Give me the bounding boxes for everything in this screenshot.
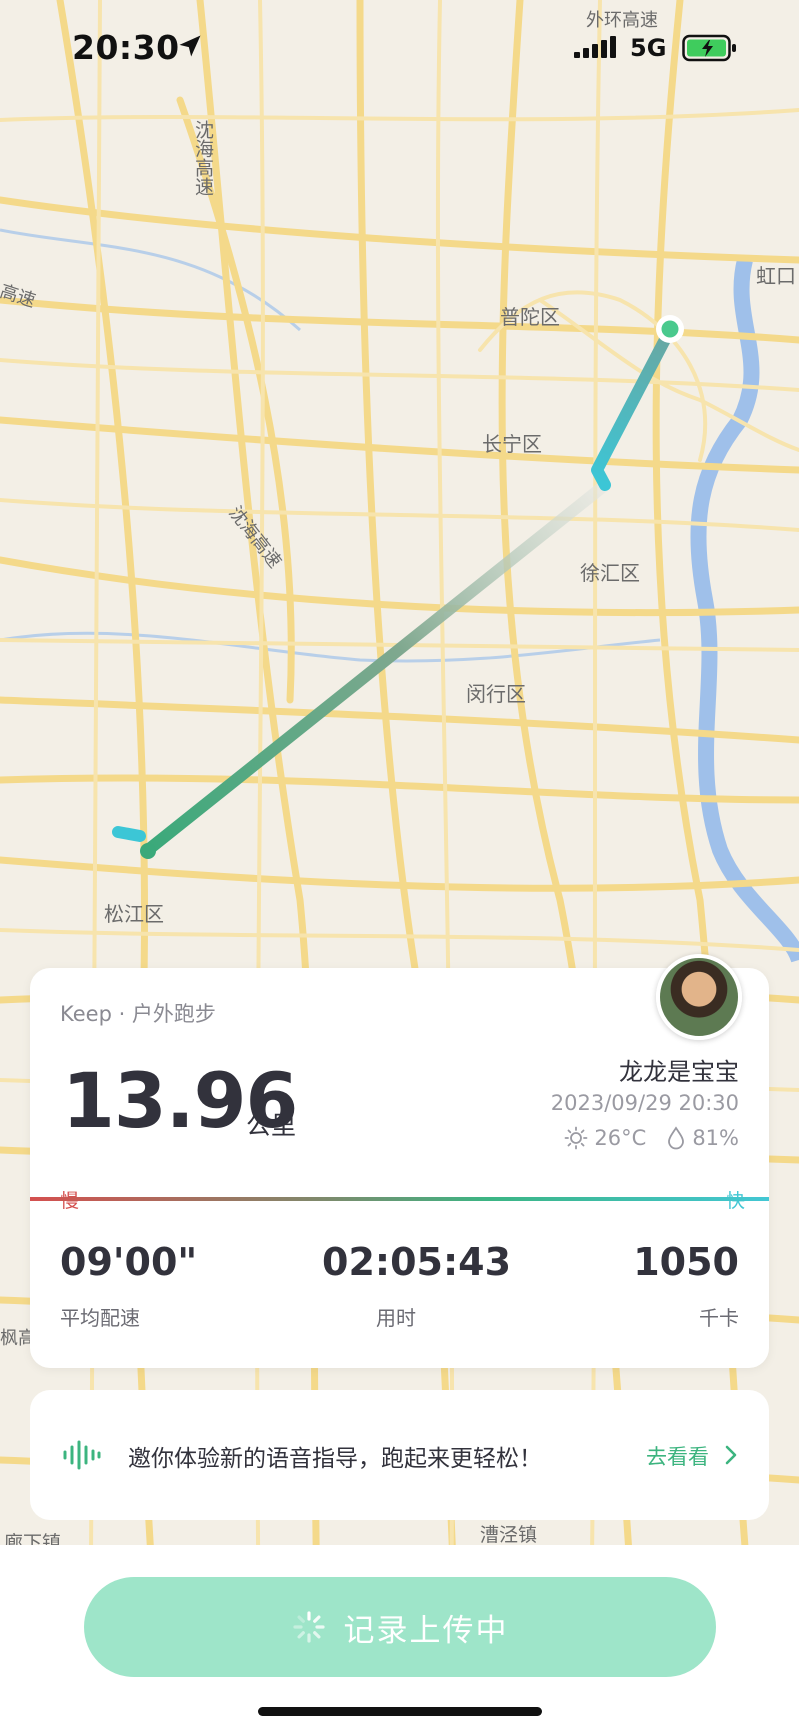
avg-pace-value: 09'00" (60, 1240, 198, 1284)
battery-charging-icon (682, 34, 736, 62)
calories-value: 1050 (633, 1240, 739, 1284)
loading-spinner-icon (292, 1611, 325, 1643)
username: 龙龙是宝宝 (619, 1058, 739, 1086)
bottom-panel: 记录上传中 (0, 1545, 799, 1729)
status-time: 20:30 (72, 28, 180, 67)
chevron-right-icon[interactable] (724, 1444, 738, 1466)
sun-icon (565, 1126, 588, 1150)
home-indicator[interactable] (258, 1707, 542, 1716)
map-label: 普陀区 (500, 305, 560, 329)
distance-unit: 公里 (246, 1111, 297, 1140)
map-label: 徐汇区 (580, 561, 640, 585)
signal-icon (574, 36, 616, 58)
location-arrow-icon (179, 35, 201, 57)
view-link[interactable]: 去看看 (646, 1441, 709, 1471)
network-type: 5G (630, 34, 667, 62)
map-label: 沈海高速 (192, 120, 214, 196)
avatar[interactable] (656, 954, 742, 1040)
activity-type: Keep · 户外跑步 (60, 1002, 216, 1026)
map-label: 松江区 (104, 902, 164, 926)
run-datetime: 2023/09/29 20:30 (550, 1091, 739, 1115)
route-end-marker (140, 843, 156, 859)
map-label: 虹口 (756, 264, 796, 288)
weather-info: 26°C 81% (564, 1126, 739, 1150)
map-label: 漕泾镇 (480, 1524, 538, 1546)
status-bar: 20:30 5G (0, 0, 799, 100)
calories-label: 千卡 (699, 1306, 739, 1330)
duration-value: 02:05:43 (322, 1240, 512, 1284)
map-label: 闵行区 (466, 682, 526, 706)
upload-label: 记录上传中 (343, 1612, 509, 1649)
humidity: 81% (692, 1126, 739, 1150)
voice-guide-banner[interactable]: 邀你体验新的语音指导，跑起来更轻松！ 去看看 (30, 1390, 769, 1520)
map-label: 长宁区 (482, 432, 542, 456)
voice-guide-text: 邀你体验新的语音指导，跑起来更轻松！ (128, 1446, 542, 1472)
avg-pace-label: 平均配速 (60, 1306, 140, 1330)
run-summary-card: Keep · 户外跑步 13.96 公里 龙龙是宝宝 2023/09/29 20… (30, 954, 769, 1368)
pace-gradient-bar (30, 1197, 769, 1201)
temperature: 26°C (594, 1126, 647, 1150)
humidity-icon (668, 1126, 685, 1150)
duration-label: 用时 (376, 1306, 416, 1330)
voice-wave-icon (63, 1440, 101, 1470)
upload-record-button[interactable]: 记录上传中 (84, 1577, 716, 1677)
